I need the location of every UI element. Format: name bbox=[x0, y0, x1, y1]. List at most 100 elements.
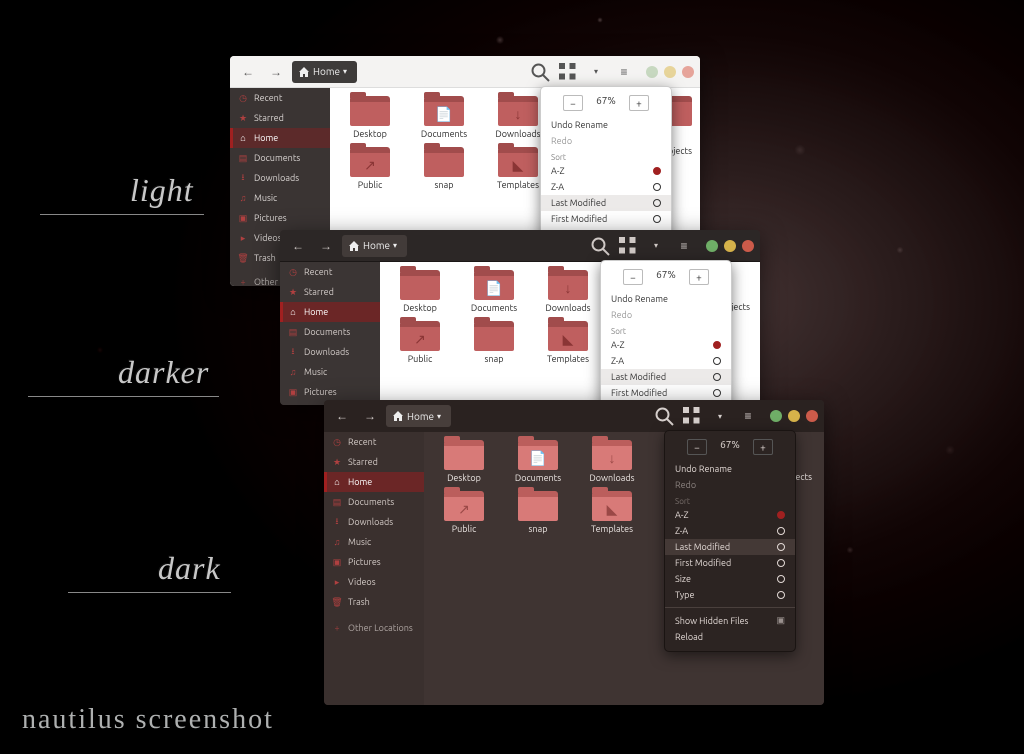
back-button[interactable]: ← bbox=[330, 404, 354, 428]
close-button[interactable] bbox=[742, 240, 754, 252]
folder-templates[interactable]: ◣Templates bbox=[582, 491, 642, 534]
folder-snap[interactable]: snap bbox=[464, 321, 524, 364]
sidebar-item-home[interactable]: ⌂Home bbox=[230, 128, 330, 148]
minimize-button[interactable] bbox=[706, 240, 718, 252]
folder-public[interactable]: ↗Public bbox=[390, 321, 450, 364]
zoom-out-button[interactable]: − bbox=[563, 95, 583, 111]
sidebar-item-other[interactable]: +Other Locations bbox=[324, 618, 424, 638]
close-button[interactable] bbox=[682, 66, 694, 78]
sort-az[interactable]: A-Z bbox=[665, 507, 795, 523]
search-button[interactable] bbox=[652, 404, 676, 428]
sidebar-item-music[interactable]: ♫Music bbox=[230, 188, 330, 208]
view-toggle-button[interactable] bbox=[616, 234, 640, 258]
sidebar-item-downloads[interactable]: ⭳Downloads bbox=[280, 342, 380, 362]
hamburger-button[interactable]: ≡ bbox=[612, 60, 636, 84]
minimize-button[interactable] bbox=[646, 66, 658, 78]
view-toggle-button[interactable] bbox=[680, 404, 704, 428]
folder-templates[interactable]: ◣Templates bbox=[538, 321, 598, 364]
view-dropdown-button[interactable]: ▾ bbox=[708, 404, 732, 428]
menu-undo[interactable]: Undo Rename bbox=[665, 461, 795, 477]
zoom-in-button[interactable]: + bbox=[629, 95, 649, 111]
sidebar-item-pictures[interactable]: ▣Pictures bbox=[324, 552, 424, 572]
menu-undo[interactable]: Undo Rename bbox=[541, 117, 671, 133]
sidebar-item-home[interactable]: ⌂Home bbox=[280, 302, 380, 322]
sidebar-item-recent[interactable]: ◷Recent bbox=[230, 88, 330, 108]
folder-documents[interactable]: 📄Documents bbox=[414, 96, 474, 139]
sidebar-item-starred[interactable]: ★Starred bbox=[230, 108, 330, 128]
sidebar-item-documents[interactable]: ▤Documents bbox=[324, 492, 424, 512]
close-button[interactable] bbox=[806, 410, 818, 422]
hamburger-button[interactable]: ≡ bbox=[736, 404, 760, 428]
folder-desktop[interactable]: Desktop bbox=[434, 440, 494, 483]
view-dropdown-button[interactable]: ▾ bbox=[584, 60, 608, 84]
pathbar[interactable]: Home ▾ bbox=[292, 61, 357, 83]
maximize-button[interactable] bbox=[788, 410, 800, 422]
folder-snap[interactable]: snap bbox=[508, 491, 568, 534]
sort-last-modified[interactable]: Last Modified bbox=[601, 369, 731, 385]
sort-size[interactable]: Size bbox=[665, 571, 795, 587]
sort-az[interactable]: A-Z bbox=[601, 337, 731, 353]
sidebar-item-recent[interactable]: ◷Recent bbox=[324, 432, 424, 452]
view-dropdown-button[interactable]: ▾ bbox=[644, 234, 668, 258]
folder-documents[interactable]: 📄Documents bbox=[464, 270, 524, 313]
folder-templates[interactable]: ◣Templates bbox=[488, 147, 548, 190]
sidebar-item-pictures[interactable]: ▣Pictures bbox=[280, 382, 380, 402]
sidebar-item-home[interactable]: ⌂Home bbox=[324, 472, 424, 492]
hamburger-button[interactable]: ≡ bbox=[672, 234, 696, 258]
folder-documents[interactable]: 📄Documents bbox=[508, 440, 568, 483]
zoom-in-button[interactable]: + bbox=[753, 439, 773, 455]
search-button[interactable] bbox=[528, 60, 552, 84]
forward-button[interactable]: → bbox=[314, 234, 338, 258]
back-button[interactable]: ← bbox=[236, 60, 260, 84]
zoom-out-button[interactable]: − bbox=[687, 439, 707, 455]
pathbar[interactable]: Home ▾ bbox=[342, 235, 407, 257]
sidebar-item-trash[interactable]: 🗑Trash bbox=[324, 592, 424, 612]
folder-downloads[interactable]: ↓Downloads bbox=[538, 270, 598, 313]
folder-downloads[interactable]: ↓Downloads bbox=[488, 96, 548, 139]
sort-last-modified[interactable]: Last Modified bbox=[541, 195, 671, 211]
menu-redo[interactable]: Redo bbox=[601, 307, 731, 323]
folder-downloads[interactable]: ↓Downloads bbox=[582, 440, 642, 483]
minimize-button[interactable] bbox=[770, 410, 782, 422]
back-button[interactable]: ← bbox=[286, 234, 310, 258]
forward-button[interactable]: → bbox=[358, 404, 382, 428]
sidebar-item-starred[interactable]: ★Starred bbox=[324, 452, 424, 472]
menu-reload[interactable]: Reload bbox=[665, 629, 795, 645]
view-toggle-button[interactable] bbox=[556, 60, 580, 84]
zoom-in-button[interactable]: + bbox=[689, 269, 709, 285]
sidebar-item-documents[interactable]: ▤Documents bbox=[230, 148, 330, 168]
menu-redo[interactable]: Redo bbox=[665, 477, 795, 493]
maximize-button[interactable] bbox=[724, 240, 736, 252]
folder-desktop[interactable]: Desktop bbox=[390, 270, 450, 313]
sort-first-modified[interactable]: First Modified bbox=[601, 385, 731, 401]
sort-last-modified[interactable]: Last Modified bbox=[665, 539, 795, 555]
sort-first-modified[interactable]: First Modified bbox=[665, 555, 795, 571]
maximize-button[interactable] bbox=[664, 66, 676, 78]
sort-za[interactable]: Z-A bbox=[541, 179, 671, 195]
folder-desktop[interactable]: Desktop bbox=[340, 96, 400, 139]
sidebar-item-music[interactable]: ♫Music bbox=[324, 532, 424, 552]
sidebar-item-recent[interactable]: ◷Recent bbox=[280, 262, 380, 282]
sort-type[interactable]: Type bbox=[665, 587, 795, 603]
search-button[interactable] bbox=[588, 234, 612, 258]
menu-undo[interactable]: Undo Rename bbox=[601, 291, 731, 307]
sidebar-item-music[interactable]: ♫Music bbox=[280, 362, 380, 382]
sort-za[interactable]: Z-A bbox=[601, 353, 731, 369]
folder-public[interactable]: ↗Public bbox=[340, 147, 400, 190]
zoom-out-button[interactable]: − bbox=[623, 269, 643, 285]
sidebar-item-videos[interactable]: ▸Videos bbox=[324, 572, 424, 592]
pathbar[interactable]: Home ▾ bbox=[386, 405, 451, 427]
sidebar-item-starred[interactable]: ★Starred bbox=[280, 282, 380, 302]
sort-za[interactable]: Z-A bbox=[665, 523, 795, 539]
forward-button[interactable]: → bbox=[264, 60, 288, 84]
menu-show-hidden[interactable]: Show Hidden Files▣ bbox=[665, 612, 795, 629]
sort-first-modified[interactable]: First Modified bbox=[541, 211, 671, 227]
folder-snap[interactable]: snap bbox=[414, 147, 474, 190]
sidebar-item-downloads[interactable]: ⭳Downloads bbox=[230, 168, 330, 188]
sort-az[interactable]: A-Z bbox=[541, 163, 671, 179]
menu-redo[interactable]: Redo bbox=[541, 133, 671, 149]
folder-public[interactable]: ↗Public bbox=[434, 491, 494, 534]
sidebar-item-pictures[interactable]: ▣Pictures bbox=[230, 208, 330, 228]
sidebar-item-downloads[interactable]: ⭳Downloads bbox=[324, 512, 424, 532]
sidebar-item-documents[interactable]: ▤Documents bbox=[280, 322, 380, 342]
